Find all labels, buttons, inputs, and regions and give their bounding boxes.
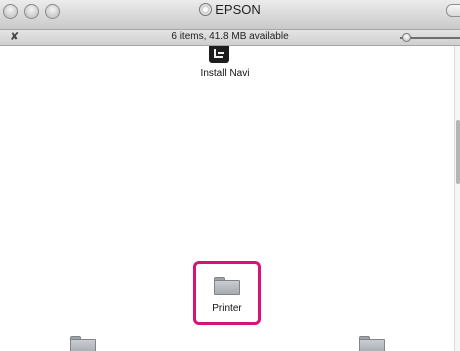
icon-size-slider-knob[interactable] — [402, 33, 411, 42]
title-bar[interactable]: EPSON — [0, 0, 460, 30]
window-title: EPSON — [215, 2, 261, 17]
folder-icon[interactable] — [359, 336, 385, 351]
printer-folder-icon[interactable] — [214, 277, 240, 295]
disk-icon — [199, 3, 213, 16]
scrollbar-thumb[interactable] — [456, 120, 460, 184]
window-title-group: EPSON — [0, 2, 460, 17]
finder-window: EPSON ✘ 6 items, 41.8 MB available Insta… — [0, 0, 460, 351]
status-text: 6 items, 41.8 MB available — [171, 31, 289, 42]
status-bar: ✘ 6 items, 41.8 MB available — [0, 30, 460, 46]
install-navi-icon[interactable] — [209, 46, 229, 63]
vertical-scrollbar[interactable] — [454, 46, 460, 351]
install-navi-label[interactable]: Install Navi — [180, 68, 270, 79]
folder-icon[interactable] — [70, 336, 96, 351]
toolbar-toggle-button[interactable] — [446, 4, 460, 17]
printer-folder-label[interactable]: Printer — [195, 303, 259, 314]
